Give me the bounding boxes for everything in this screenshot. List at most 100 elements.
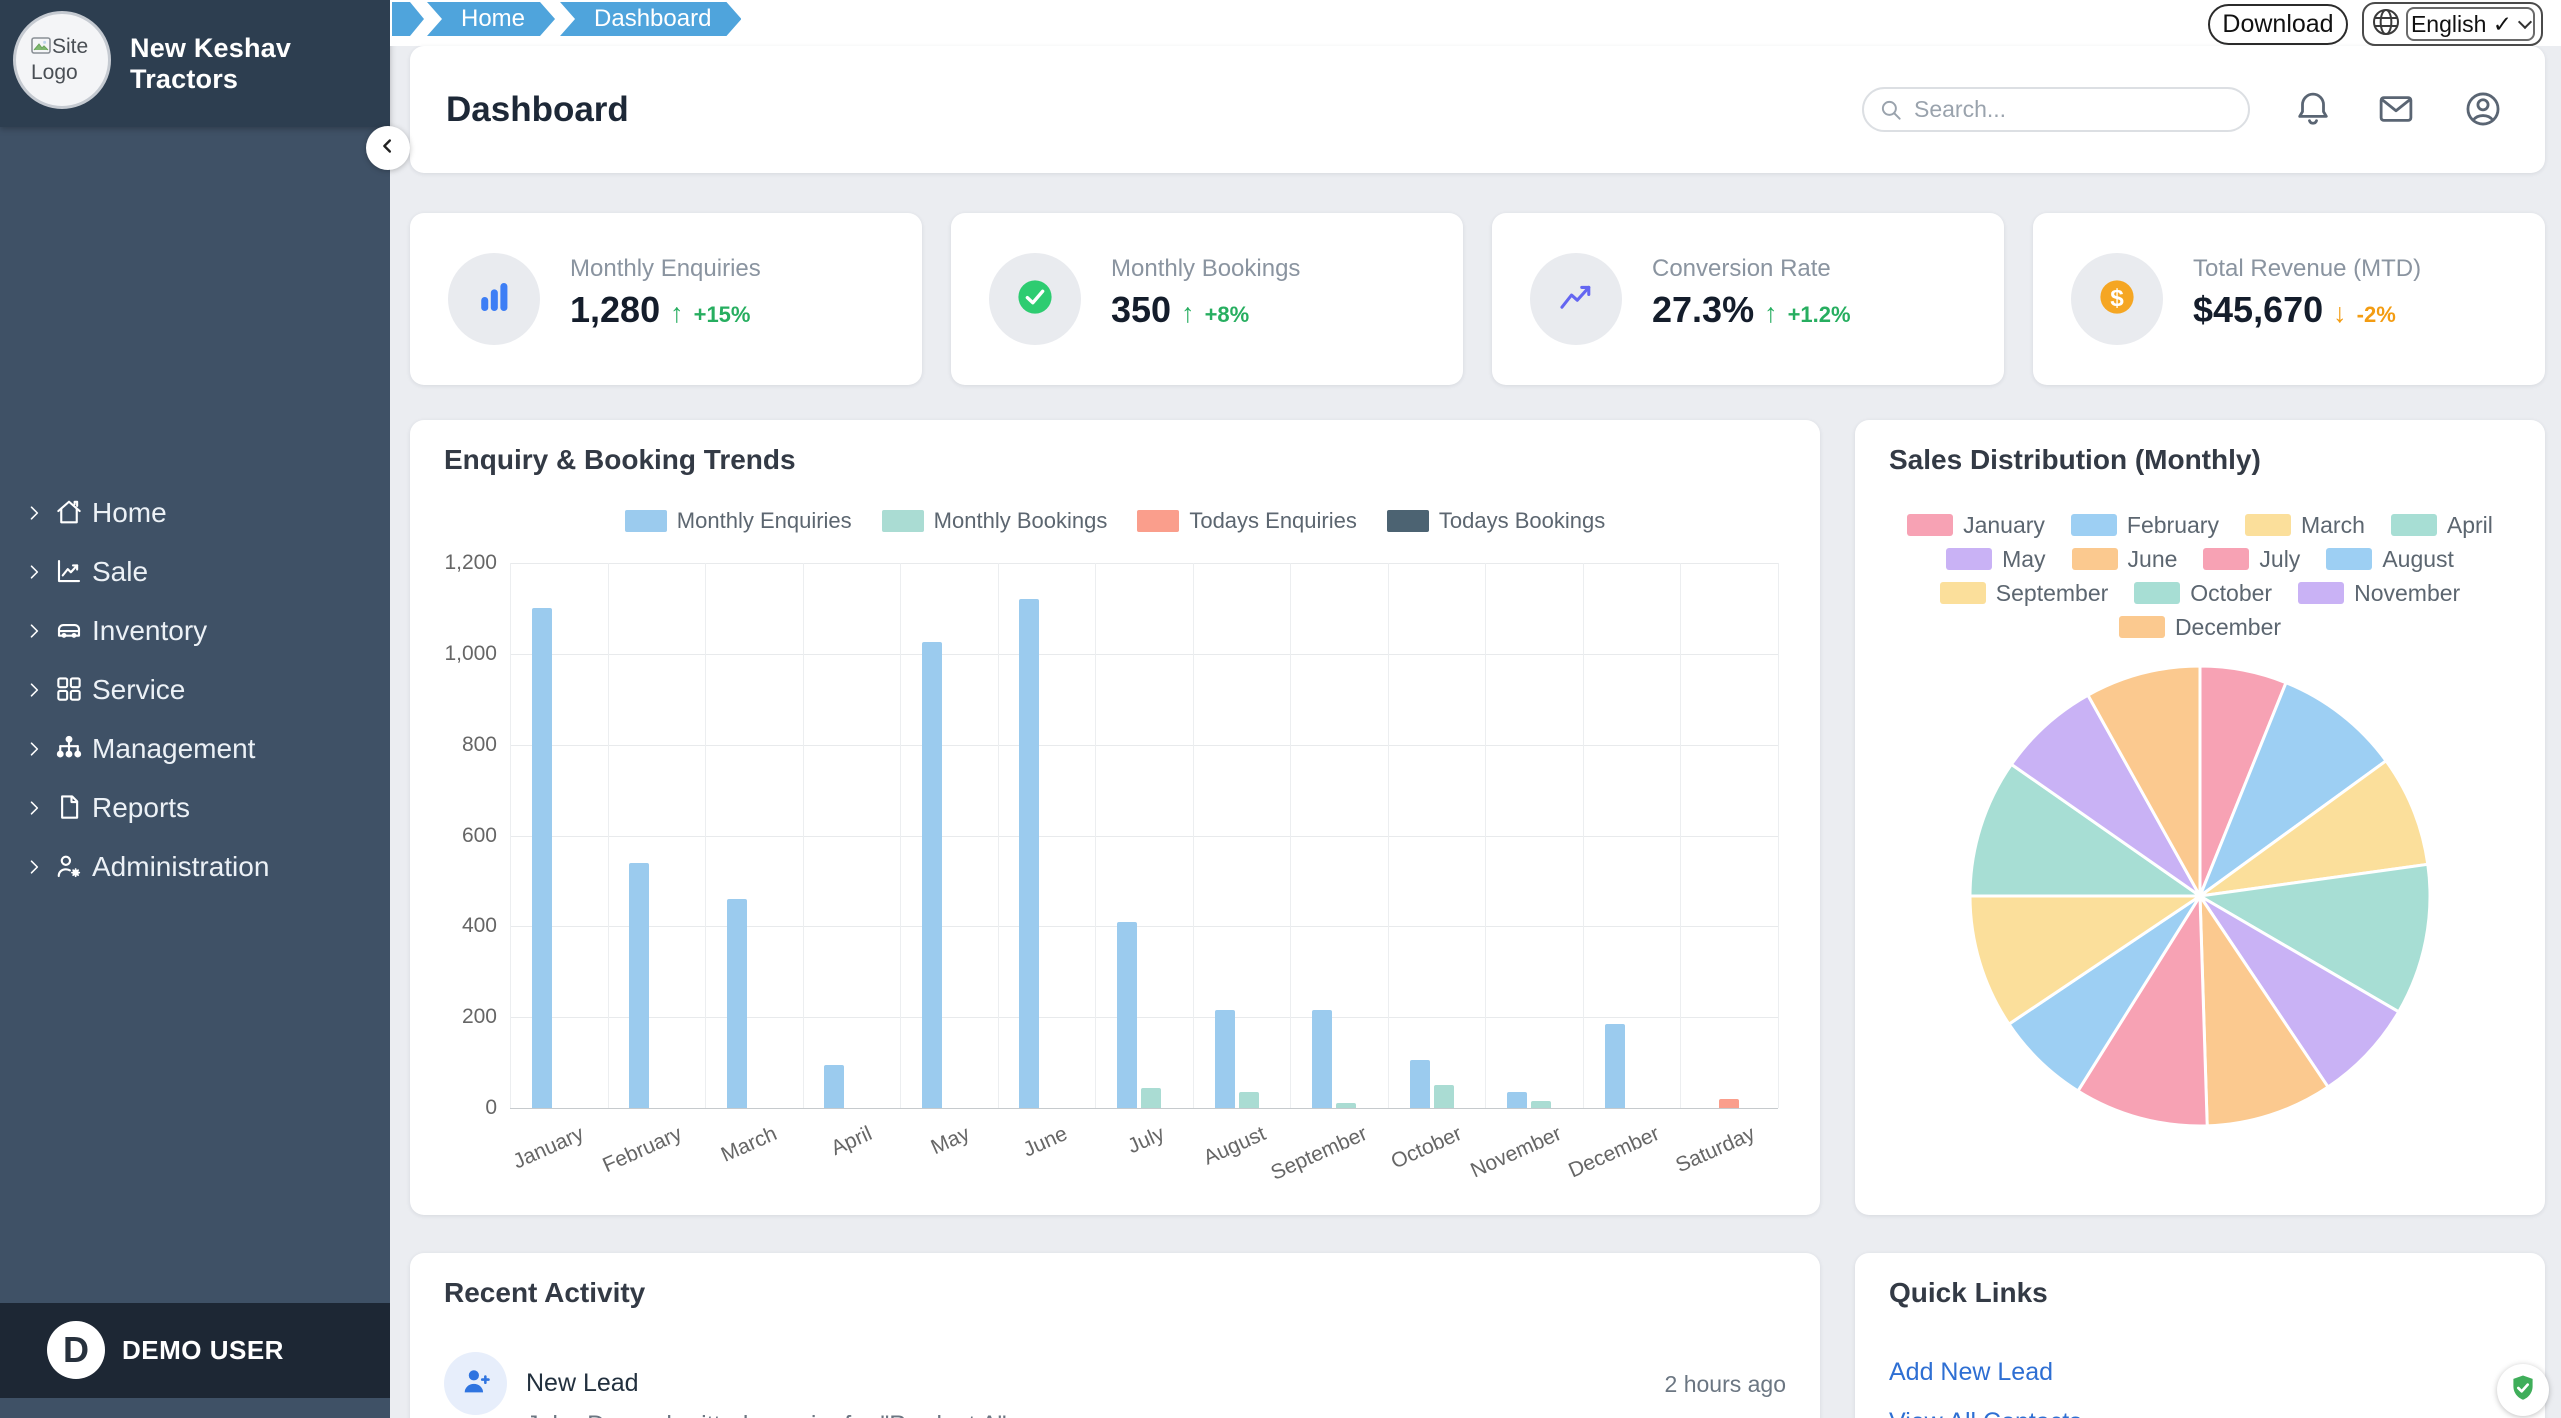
reports-icon: [54, 792, 86, 824]
activity-icon-circle: [444, 1352, 507, 1415]
breadcrumb-item-dashboard[interactable]: Dashboard: [560, 2, 741, 36]
pie-legend-row: December: [1855, 610, 2545, 644]
sidebar-item-reports[interactable]: Reports: [0, 778, 390, 837]
sidebar-collapse-button[interactable]: [366, 126, 410, 170]
y-axis-tick: 1,200: [415, 551, 497, 575]
legend-item-november[interactable]: November: [2298, 580, 2460, 607]
stat-value-row: 27.3%↑+1.2%: [1652, 289, 1851, 331]
legend-item-april[interactable]: April: [2391, 512, 2493, 539]
gridline: [1290, 563, 1291, 1108]
legend-swatch: [2134, 582, 2180, 604]
stat-card-4: $Total Revenue (MTD)$45,670↓-2%: [2033, 213, 2545, 385]
gridline: [1485, 563, 1486, 1108]
search-icon: [1878, 97, 1904, 123]
quick-links-title: Quick Links: [1889, 1277, 2048, 1309]
shield-badge[interactable]: [2497, 1364, 2549, 1416]
legend-item-3[interactable]: Todays Bookings: [1387, 508, 1605, 534]
legend-item-1[interactable]: Monthly Bookings: [882, 508, 1108, 534]
legend-item-march[interactable]: March: [2245, 512, 2365, 539]
pie-chart: [1960, 656, 2440, 1136]
legend-label: July: [2259, 546, 2300, 573]
bar-chart-icon: [471, 274, 517, 325]
gridline: [510, 563, 511, 1108]
sidebar-item-administration[interactable]: Administration: [0, 837, 390, 896]
language-select[interactable]: English ✓: [2362, 2, 2543, 46]
recent-activity-title: Recent Activity: [444, 1277, 645, 1309]
sidebar-item-inventory[interactable]: Inventory: [0, 601, 390, 660]
sidebar-item-management[interactable]: Management: [0, 719, 390, 778]
gridline: [998, 563, 999, 1108]
dashboard-app: Site Logo New Keshav Tractors Home SaleIn…: [0, 0, 2561, 1418]
legend-item-july[interactable]: July: [2203, 546, 2300, 573]
activity-title: New Lead: [526, 1369, 639, 1398]
gridline: [510, 1108, 1778, 1109]
stat-value: $45,670: [2193, 289, 2323, 331]
gridline: [1778, 563, 1779, 1108]
legend-item-august[interactable]: August: [2326, 546, 2454, 573]
inventory-icon: [54, 615, 86, 647]
page-title: Dashboard: [446, 46, 629, 173]
sidebar-item-label: Reports: [92, 792, 190, 824]
bar-monthly-enquiries-april: [824, 1065, 844, 1108]
pie-legend-row: May June July August: [1855, 542, 2545, 576]
legend-item-2[interactable]: Todays Enquiries: [1137, 508, 1357, 534]
legend-swatch: [2298, 582, 2344, 604]
bar-monthly-bookings-october: [1434, 1085, 1454, 1108]
sidebar-item-service[interactable]: Service: [0, 660, 390, 719]
sidebar-item-sale[interactable]: Sale: [0, 542, 390, 601]
bar-monthly-enquiries-may: [922, 642, 942, 1108]
x-axis-label: December: [1565, 1122, 1663, 1183]
stat-icon-circle: $: [2071, 253, 2163, 345]
trending-up-icon: [1553, 274, 1599, 325]
search-input[interactable]: [1914, 89, 2234, 130]
pie-chart-title: Sales Distribution (Monthly): [1889, 444, 2261, 476]
quick-link-add-new-lead[interactable]: Add New Lead: [1889, 1358, 2053, 1387]
shield-check-icon: [2507, 1372, 2539, 1409]
legend-item-october[interactable]: October: [2134, 580, 2272, 607]
breadcrumb-item-home[interactable]: Home: [427, 2, 555, 36]
legend-item-0[interactable]: Monthly Enquiries: [625, 508, 852, 534]
profile-icon[interactable]: [2462, 88, 2504, 130]
y-axis-tick: 200: [415, 1005, 497, 1029]
mail-icon[interactable]: [2375, 88, 2417, 130]
quick-links-panel: Quick Links Add New Lead View All Contact…: [1855, 1253, 2545, 1418]
legend-item-december[interactable]: December: [2119, 614, 2281, 641]
search-box: [1862, 87, 2250, 132]
x-axis-label: July: [1124, 1122, 1168, 1159]
legend-item-february[interactable]: February: [2071, 512, 2219, 539]
arrow-down-icon: ↓: [2333, 298, 2347, 329]
legend-label: May: [2002, 546, 2045, 573]
administration-icon: [54, 851, 86, 883]
legend-item-may[interactable]: May: [1946, 546, 2045, 573]
recent-activity-panel: Recent Activity New Lead John Doe submitt…: [410, 1253, 1820, 1418]
download-button[interactable]: Download: [2208, 4, 2348, 45]
gridline: [900, 563, 901, 1108]
legend-item-january[interactable]: January: [1907, 512, 2045, 539]
y-axis-tick: 1,000: [415, 642, 497, 666]
gridline: [510, 836, 1778, 837]
activity-description: John Doe submitted enquiry for "Product …: [526, 1411, 1013, 1418]
legend-swatch: [1907, 514, 1953, 536]
sidebar-item-home[interactable]: Home: [0, 483, 390, 542]
legend-item-june[interactable]: June: [2072, 546, 2178, 573]
avatar[interactable]: D: [47, 1321, 105, 1379]
chevron-right-icon: [24, 739, 44, 759]
service-icon: [54, 674, 86, 706]
legend-item-september[interactable]: September: [1940, 580, 2109, 607]
gridline: [803, 563, 804, 1108]
site-logo[interactable]: Site Logo: [13, 11, 111, 109]
gridline: [1193, 563, 1194, 1108]
sidebar-item-label: Home: [92, 497, 167, 529]
chevron-right-icon: [24, 857, 44, 877]
notifications-bell-icon[interactable]: [2292, 88, 2334, 130]
legend-label: Monthly Enquiries: [677, 508, 852, 534]
quick-link-view-all-contacts[interactable]: View All Contacts: [1889, 1408, 2082, 1418]
sidebar-item-label: Administration: [92, 851, 269, 883]
legend-swatch: [2119, 616, 2165, 638]
home-icon: [54, 497, 86, 529]
sidebar-item-label: Service: [92, 674, 185, 706]
legend-swatch: [1946, 548, 1992, 570]
sidebar-header: Site Logo New Keshav Tractors: [0, 0, 390, 127]
stat-card-1: Monthly Enquiries1,280↑+15%: [410, 213, 922, 385]
gridline: [1680, 563, 1681, 1108]
